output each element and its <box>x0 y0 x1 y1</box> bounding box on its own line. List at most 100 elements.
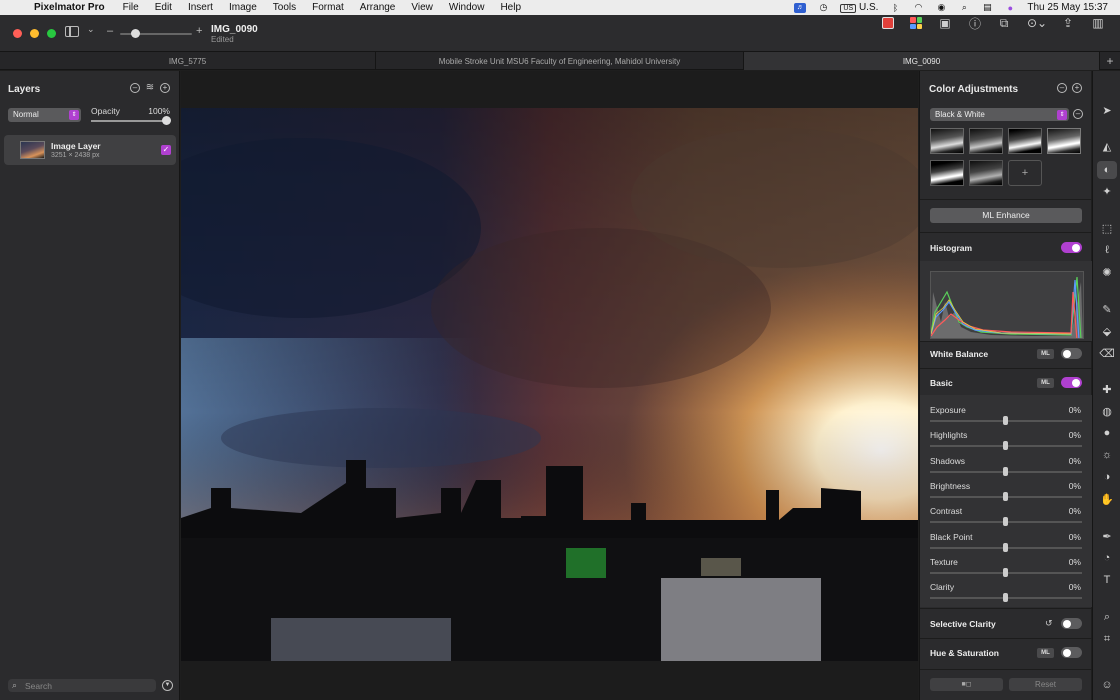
color-adjustments-icon[interactable] <box>908 15 924 31</box>
sponge-tool-icon[interactable]: ● <box>1097 424 1117 442</box>
selective-clarity-toggle[interactable] <box>1061 618 1082 629</box>
zoom-window-button[interactable] <box>47 29 56 38</box>
highlights-value[interactable]: 0% <box>1069 430 1081 440</box>
white-balance-toggle[interactable] <box>1061 348 1082 359</box>
lasso-tool-icon[interactable]: ℓ <box>1097 241 1117 259</box>
zoom-out-icon[interactable]: – <box>107 25 113 37</box>
black-point-value[interactable]: 0% <box>1069 532 1081 542</box>
repair-tool-icon[interactable]: ✚ <box>1097 380 1117 398</box>
shapes-tool-icon[interactable]: ◔ <box>1097 549 1117 567</box>
more-tools-icon[interactable]: ☺ <box>1097 676 1117 694</box>
preset-thumbnail[interactable] <box>969 128 1003 154</box>
document-image[interactable] <box>181 108 918 661</box>
shadows-slider-knob[interactable] <box>1003 467 1008 476</box>
texture-value[interactable]: 0% <box>1069 557 1081 567</box>
opacity-slider-knob[interactable] <box>162 116 171 125</box>
preset-thumbnail[interactable] <box>969 160 1003 186</box>
filter-icon[interactable]: ▼ <box>162 680 173 691</box>
time-machine-icon[interactable]: ◷ <box>817 2 829 13</box>
tab-mobile-stroke-unit[interactable]: Mobile Stroke Unit MSU6 Faculty of Engin… <box>376 52 744 70</box>
preset-select[interactable]: Black & White ⇕ <box>930 108 1069 121</box>
right-sidebar-toggle-icon[interactable]: ▥ <box>1090 15 1106 31</box>
shadows-value[interactable]: 0% <box>1069 456 1081 466</box>
contrast-slider-knob[interactable] <box>1003 517 1008 526</box>
type-tool-icon[interactable]: T <box>1097 571 1117 589</box>
brightness-slider-knob[interactable] <box>1003 492 1008 501</box>
menu-insert[interactable]: Insert <box>188 2 213 13</box>
share-icon[interactable]: ⇪ <box>1060 15 1076 31</box>
add-preset-button[interactable]: + <box>1008 160 1042 186</box>
white-balance-ml-button[interactable]: ML <box>1037 349 1054 359</box>
control-center-icon[interactable]: ▤ <box>981 2 993 13</box>
opacity-slider[interactable] <box>91 120 167 122</box>
tab-img-5775[interactable]: IMG_5775 <box>0 52 376 70</box>
layer-search-input[interactable] <box>25 679 153 692</box>
ml-enhance-button[interactable]: ML Enhance <box>930 208 1082 223</box>
menu-arrange[interactable]: Arrange <box>360 2 396 13</box>
burn-tool-icon[interactable]: ◑ <box>1097 468 1117 486</box>
spotlight-search-icon[interactable]: ⌕ <box>958 2 970 13</box>
menu-file[interactable]: File <box>123 2 139 13</box>
more-options-icon[interactable]: ⊙⌄ <box>1026 15 1048 31</box>
contrast-value[interactable]: 0% <box>1069 506 1081 516</box>
zoom-slider-knob[interactable] <box>131 29 140 38</box>
layer-row-image-layer[interactable]: Image Layer 3251 × 2438 px ✓ <box>4 135 176 165</box>
add-layer-icon[interactable]: + <box>160 83 170 93</box>
chevron-down-icon[interactable]: ⌄ <box>87 24 95 35</box>
menu-app-name[interactable]: Pixelmator Pro <box>34 2 105 13</box>
remove-layer-icon[interactable]: – <box>130 83 140 93</box>
new-tab-icon[interactable]: + <box>1100 52 1120 69</box>
zoom-tool-icon[interactable]: ⌕ <box>1097 608 1117 626</box>
menu-help[interactable]: Help <box>500 2 521 13</box>
tab-img-0090[interactable]: IMG_0090 <box>744 52 1100 70</box>
color-picker-icon[interactable] <box>880 15 896 31</box>
menubar-clock[interactable]: Thu 25 May 15:37 <box>1027 2 1108 13</box>
wifi-icon[interactable]: ◠ <box>912 2 924 13</box>
paint-tool-icon[interactable]: ✎ <box>1097 300 1117 318</box>
crop-tool-icon[interactable]: ⌗ <box>1097 630 1117 648</box>
layer-visibility-checkbox[interactable]: ✓ <box>161 145 171 155</box>
reset-icon[interactable]: ↺ <box>1045 618 1053 629</box>
zoom-in-icon[interactable]: + <box>196 25 202 37</box>
add-adjustment-icon[interactable]: + <box>1072 83 1082 93</box>
collapse-adjustments-icon[interactable]: – <box>1057 83 1067 93</box>
quick-select-tool-icon[interactable]: ✺ <box>1097 263 1117 281</box>
hue-saturation-ml-button[interactable]: ML <box>1037 648 1054 658</box>
menu-edit[interactable]: Edit <box>155 2 172 13</box>
exposure-slider-knob[interactable] <box>1003 416 1008 425</box>
effects-tool-icon[interactable]: ✦ <box>1097 182 1117 200</box>
menu-view[interactable]: View <box>411 2 433 13</box>
arrange-tool-icon[interactable]: ➤ <box>1097 101 1117 119</box>
clarity-slider-knob[interactable] <box>1003 593 1008 602</box>
preset-thumbnail[interactable] <box>1047 128 1081 154</box>
remove-preset-icon[interactable]: – <box>1073 109 1083 119</box>
user-icon[interactable]: ◉ <box>935 2 947 13</box>
info-icon[interactable]: ⓘ <box>967 15 983 31</box>
layer-stack-icon[interactable]: ≋ <box>145 83 155 93</box>
close-window-button[interactable] <box>13 29 22 38</box>
arrange-icon[interactable]: ⧉ <box>996 15 1012 31</box>
basic-toggle[interactable] <box>1061 377 1082 388</box>
keyboard-viewer-icon[interactable]: ♬ <box>794 2 807 13</box>
opacity-value[interactable]: 100% <box>148 106 170 116</box>
rectangle-select-tool-icon[interactable]: ⬚ <box>1097 219 1117 237</box>
clarity-value[interactable]: 0% <box>1069 582 1081 592</box>
reset-button[interactable]: Reset <box>1009 678 1082 691</box>
texture-slider-knob[interactable] <box>1003 568 1008 577</box>
clone-tool-icon[interactable]: ◍ <box>1097 402 1117 420</box>
bluetooth-icon[interactable]: ᛒ <box>889 3 901 13</box>
black-point-slider-knob[interactable] <box>1003 543 1008 552</box>
lighten-tool-icon[interactable]: ☼ <box>1097 446 1117 464</box>
preset-thumbnail[interactable] <box>930 128 964 154</box>
histogram-toggle[interactable] <box>1061 242 1082 253</box>
blend-mode-select[interactable]: Normal ⇕ <box>8 108 81 122</box>
highlights-slider-knob[interactable] <box>1003 441 1008 450</box>
menu-tools[interactable]: Tools <box>273 2 296 13</box>
brightness-value[interactable]: 0% <box>1069 481 1081 491</box>
exposure-value[interactable]: 0% <box>1069 405 1081 415</box>
siri-icon[interactable]: ● <box>1004 3 1016 13</box>
menu-format[interactable]: Format <box>312 2 344 13</box>
warp-tool-icon[interactable]: ✋ <box>1097 490 1117 508</box>
input-source-menu[interactable]: US U.S. <box>840 2 878 13</box>
preset-thumbnail[interactable] <box>930 160 964 186</box>
